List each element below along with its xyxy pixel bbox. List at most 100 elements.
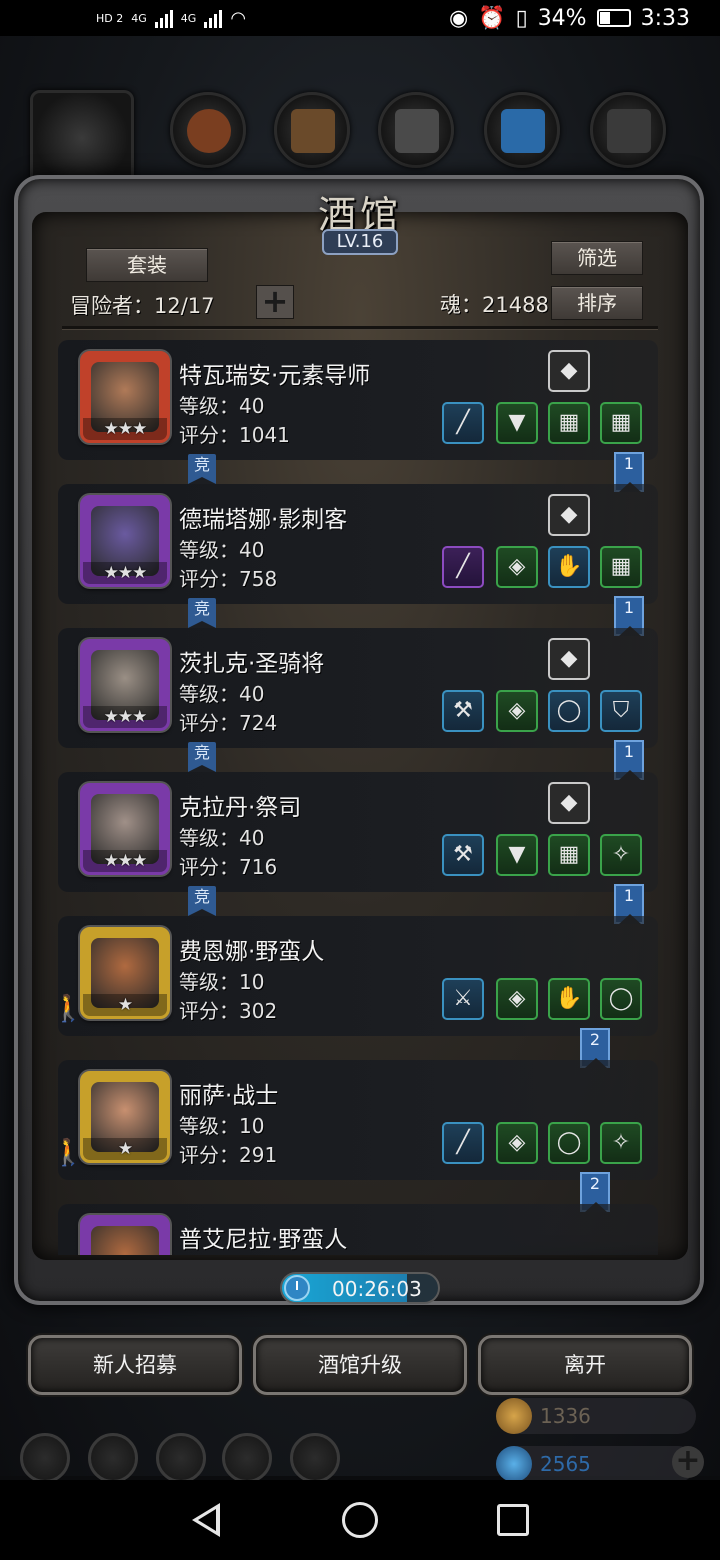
helmet-icon-glyph: ◈ — [508, 986, 526, 1011]
eye-icon: ◉ — [448, 5, 469, 31]
glove-gem-icon[interactable]: ◆ — [548, 638, 590, 680]
helmet-icon[interactable]: ◈ — [496, 1122, 538, 1164]
hero-portrait[interactable] — [80, 1215, 170, 1255]
star-rating: ★★★ — [83, 418, 167, 440]
gem-blue-crystal-icon[interactable]: ◆ — [548, 782, 590, 824]
add-gems-button[interactable]: + — [672, 1446, 704, 1478]
staff-icon[interactable]: ╱ — [442, 402, 484, 444]
arena-badge: 竞 — [188, 886, 216, 916]
hero-row[interactable]: ★★★ 克拉丹·祭司 等级：40 评分：716 ◆ ⚒ ▼ ▦ ✧ 竞 1 — [58, 772, 658, 924]
hero-score: 评分：724 — [179, 711, 278, 735]
filter-button[interactable]: 筛选 — [551, 241, 643, 275]
mail-icon[interactable] — [222, 1433, 272, 1483]
mace-icon[interactable]: ⚒ — [442, 834, 484, 876]
clock: 3:33 — [640, 5, 690, 31]
sort-button[interactable]: 排序 — [551, 286, 643, 320]
helmet-icon[interactable]: ◈ — [496, 690, 538, 732]
ring-icon[interactable]: ◯ — [548, 690, 590, 732]
shield-icon-glyph: ⛉ — [612, 698, 630, 723]
hero-name: 费恩娜·野蛮人 — [179, 939, 325, 965]
gauntlet-icon[interactable]: ✋ — [548, 978, 590, 1020]
star-rating: ★★★ — [83, 562, 167, 584]
helmet-icon[interactable]: ◈ — [496, 978, 538, 1020]
hero-row[interactable]: ★★★ 特瓦瑞安·元素导师 等级：40 评分：1041 ◆ ╱ ▼ ▦ ▦ 竞 1 — [58, 340, 658, 492]
resource-slot-leather[interactable] — [170, 92, 246, 168]
home-icon[interactable] — [342, 1502, 378, 1538]
hero-row[interactable]: ★★★ 德瑞塔娜·影刺客 等级：40 评分：758 ◆ ╱ ◈ ✋ ▦ 竞 1 — [58, 484, 658, 636]
helmet-icon[interactable]: ◈ — [496, 546, 538, 588]
battery-icon — [596, 9, 631, 27]
settings-icon[interactable] — [20, 1433, 70, 1483]
shield-icon[interactable]: ⛉ — [600, 690, 642, 732]
hammer-icon[interactable]: ⚒ — [442, 690, 484, 732]
hero-level: 等级：40 — [179, 826, 265, 850]
adventurer-count: 冒险者：12/17 — [70, 294, 215, 318]
status-bar: HD 2 4G 4G ◠ ◉ ⏰ ▯ 34% 3:33 — [0, 0, 720, 36]
boots-icon[interactable]: ▼ — [496, 402, 538, 444]
hero-portrait[interactable]: ★ — [80, 927, 170, 1019]
ring-icon-glyph: ◯ — [556, 1130, 582, 1155]
chest-armor-icon[interactable]: ▦ — [548, 834, 590, 876]
tavern-level-badge: LV.16 — [322, 229, 398, 255]
recruit-button[interactable]: 新人招募 — [28, 1335, 242, 1395]
wifi-icon: ◠ — [230, 7, 247, 29]
sword-icon-glyph: ╱ — [456, 1130, 470, 1155]
alarm-icon: ⏰ — [478, 5, 506, 31]
resource-slot-wood[interactable] — [274, 92, 350, 168]
signal-icon — [154, 8, 173, 28]
hero-slot-dark[interactable] — [30, 90, 134, 186]
achievement-icon[interactable] — [88, 1433, 138, 1483]
hero-portrait[interactable]: ★★★ — [80, 783, 170, 875]
hero-score: 评分：302 — [179, 999, 278, 1023]
recent-apps-icon[interactable] — [497, 1504, 529, 1536]
clock-icon — [284, 1275, 310, 1301]
chest-armor-icon[interactable]: ▦ — [548, 402, 590, 444]
glove-gem-icon[interactable]: ◆ — [548, 494, 590, 536]
hero-face-avatar — [91, 1226, 159, 1255]
helmet-icon-glyph: ◈ — [508, 698, 526, 723]
chest-armor-icon[interactable]: ▦ — [600, 546, 642, 588]
share-icon[interactable] — [290, 1433, 340, 1483]
idle-walker-icon: 🚶 — [58, 1138, 85, 1168]
sword-icon[interactable]: ╱ — [442, 1122, 484, 1164]
ring-icon[interactable]: ◯ — [600, 978, 642, 1020]
gold-amount: 1336 — [540, 1404, 591, 1428]
hero-portrait[interactable]: ★★★ — [80, 495, 170, 587]
refresh-timer: 00:26:03 — [280, 1272, 440, 1304]
mace-icon-glyph: ⚒ — [453, 842, 473, 867]
hero-row[interactable]: 普艾尼拉·野蛮人 — [58, 1204, 658, 1255]
hero-row[interactable]: ★★★ 茨扎克·圣骑将 等级：40 评分：724 ◆ ⚒ ◈ ◯ ⛉ 竞 1 — [58, 628, 658, 780]
ring-icon[interactable]: ◯ — [548, 1122, 590, 1164]
hero-row[interactable]: ★ 丽萨·战士 等级：10 评分：291 ╱ ◈ ◯ ✧ 2 🚶 — [58, 1060, 658, 1212]
axe-icon-glyph: ⚔ — [453, 986, 473, 1011]
hero-portrait[interactable]: ★★★ — [80, 351, 170, 443]
hero-portrait[interactable]: ★ — [80, 1071, 170, 1163]
upgrade-tavern-button[interactable]: 酒馆升级 — [253, 1335, 467, 1395]
back-icon[interactable] — [192, 1503, 220, 1537]
gauntlet-icon[interactable]: ✋ — [548, 546, 590, 588]
hero-portrait[interactable]: ★★★ — [80, 639, 170, 731]
chest-armor-icon[interactable]: ▦ — [600, 402, 642, 444]
signal-icon-2 — [204, 8, 223, 28]
leave-button[interactable]: 离开 — [478, 1335, 692, 1395]
arena-badge: 竞 — [188, 598, 216, 628]
gauntlet-icon-glyph: ✋ — [555, 986, 583, 1011]
resource-slot-stone[interactable] — [590, 92, 666, 168]
gem-amount: 2565 — [540, 1452, 591, 1476]
dagger-icon[interactable]: ╱ — [442, 546, 484, 588]
amulet-icon[interactable]: ✧ — [600, 834, 642, 876]
resource-slot-crystal[interactable] — [484, 92, 560, 168]
axe-icon[interactable]: ⚔ — [442, 978, 484, 1020]
add-adventurer-slot-button[interactable]: + — [256, 285, 294, 319]
amulet-icon[interactable]: ✧ — [600, 1122, 642, 1164]
hero-level: 等级：10 — [179, 1114, 265, 1138]
hero-level: 等级：40 — [179, 682, 265, 706]
gem-purple-crystal-icon[interactable]: ◆ — [548, 350, 590, 392]
hero-list[interactable]: ★★★ 特瓦瑞安·元素导师 等级：40 评分：1041 ◆ ╱ ▼ ▦ ▦ 竞 1 ★★★ 德瑞塔娜·影… — [58, 340, 658, 1255]
gem-coin-icon — [496, 1446, 532, 1482]
boots-icon[interactable]: ▼ — [496, 834, 538, 876]
resource-slot-iron[interactable] — [378, 92, 454, 168]
suit-button[interactable]: 套装 — [86, 248, 208, 282]
hero-row[interactable]: ★ 费恩娜·野蛮人 等级：10 评分：302 ⚔ ◈ ✋ ◯ 2 🚶 — [58, 916, 658, 1068]
quest-icon[interactable] — [156, 1433, 206, 1483]
